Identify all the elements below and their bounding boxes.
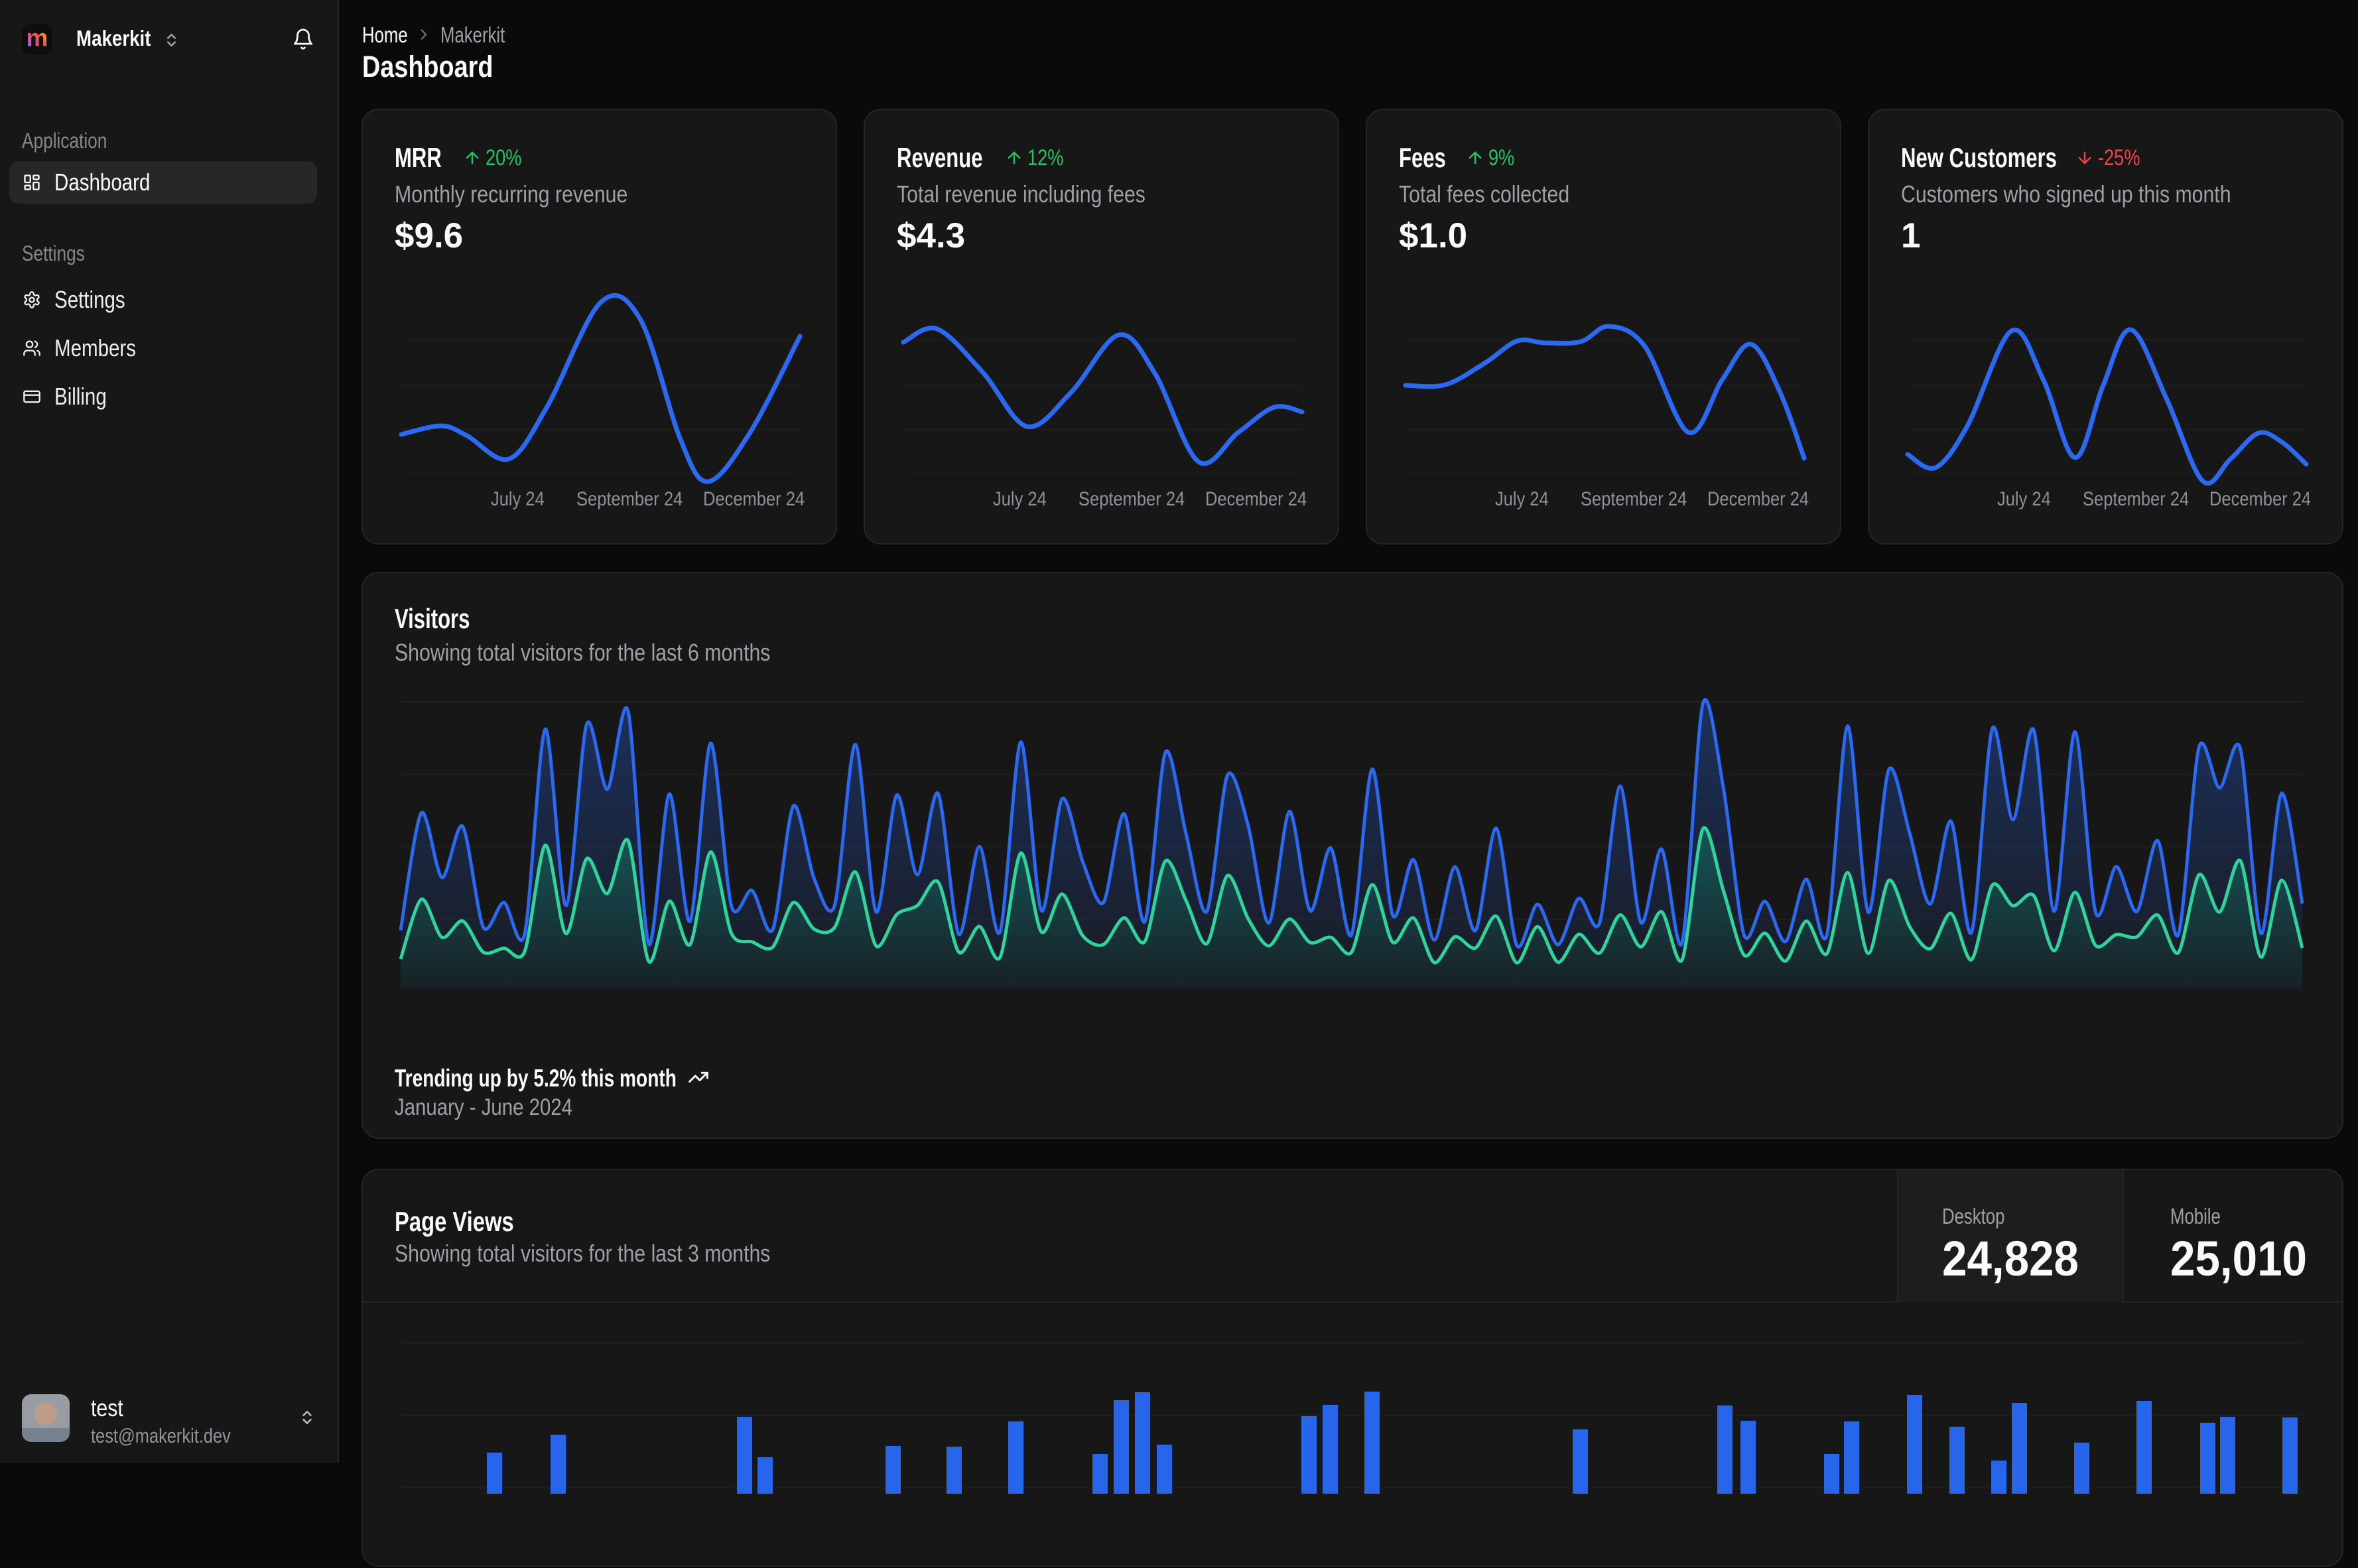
svg-text:m: m <box>27 25 48 52</box>
